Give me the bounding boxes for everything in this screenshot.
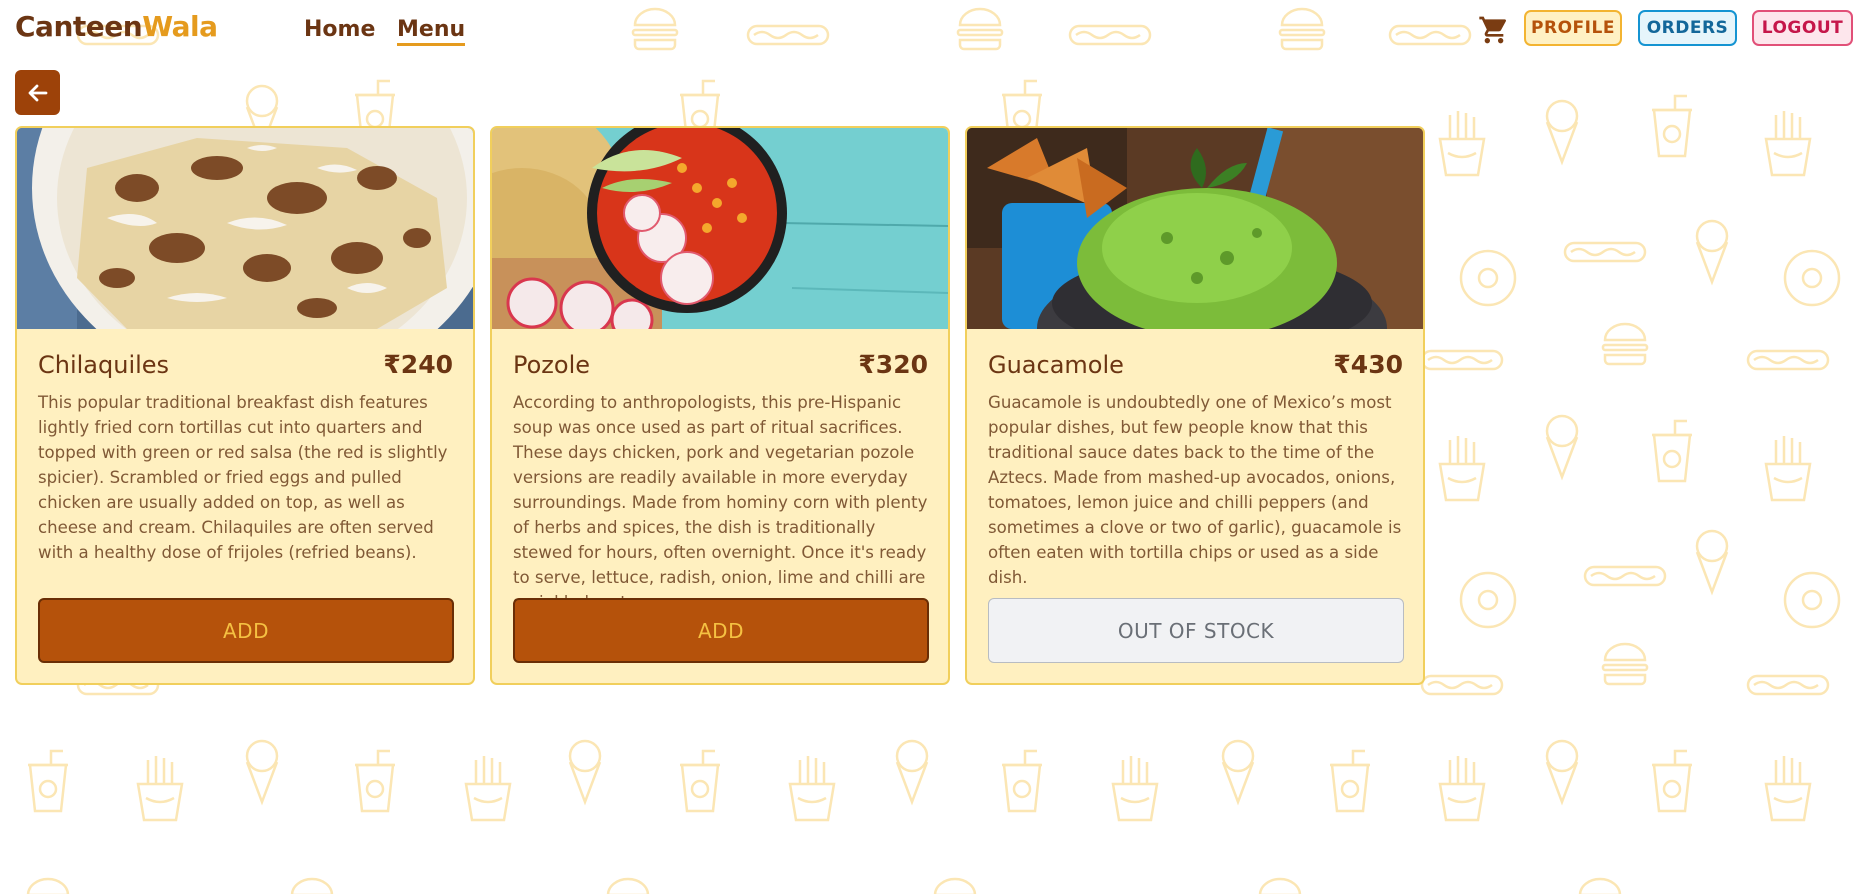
pozole-image [492,128,948,329]
menu-card: Pozole ₹320 According to anthropologists… [490,126,950,685]
guacamole-image [967,128,1423,329]
nav-menu-link[interactable]: Menu [397,17,466,46]
add-button[interactable]: ADD [38,598,454,663]
navbar: CanteenWala Home Menu PROFILE ORDERS LOG… [0,0,1869,60]
brand-name-part2: Wala [142,10,218,43]
item-description: According to anthropologists, this pre-H… [513,393,928,612]
chilaquiles-image [17,128,473,329]
cart-button[interactable] [1478,14,1510,46]
logout-button[interactable]: LOGOUT [1752,10,1853,46]
menu-card: Guacamole ₹430 Guacamole is undoubtedly … [965,126,1425,685]
menu-card: Chilaquiles ₹240 This popular traditiona… [15,126,475,685]
profile-button[interactable]: PROFILE [1524,10,1622,46]
brand-name-part1: Canteen [15,10,143,43]
item-description: This popular traditional breakfast dish … [38,393,448,562]
item-name: Pozole [513,351,591,379]
nav-home-link[interactable]: Home [304,17,375,42]
item-price: ₹320 [858,350,928,379]
orders-button[interactable]: ORDERS [1638,10,1737,46]
item-name: Guacamole [988,351,1124,379]
add-button[interactable]: ADD [513,598,929,663]
item-price: ₹240 [383,350,453,379]
back-button[interactable] [15,70,60,115]
arrow-left-icon [28,84,47,101]
brand-logo[interactable]: CanteenWala [15,10,218,43]
out-of-stock-button[interactable]: OUT OF STOCK [988,598,1404,663]
cart-icon [1479,16,1507,44]
item-name: Chilaquiles [38,351,170,379]
item-price: ₹430 [1333,350,1403,379]
item-description: Guacamole is undoubtedly one of Mexico’s… [988,393,1402,587]
